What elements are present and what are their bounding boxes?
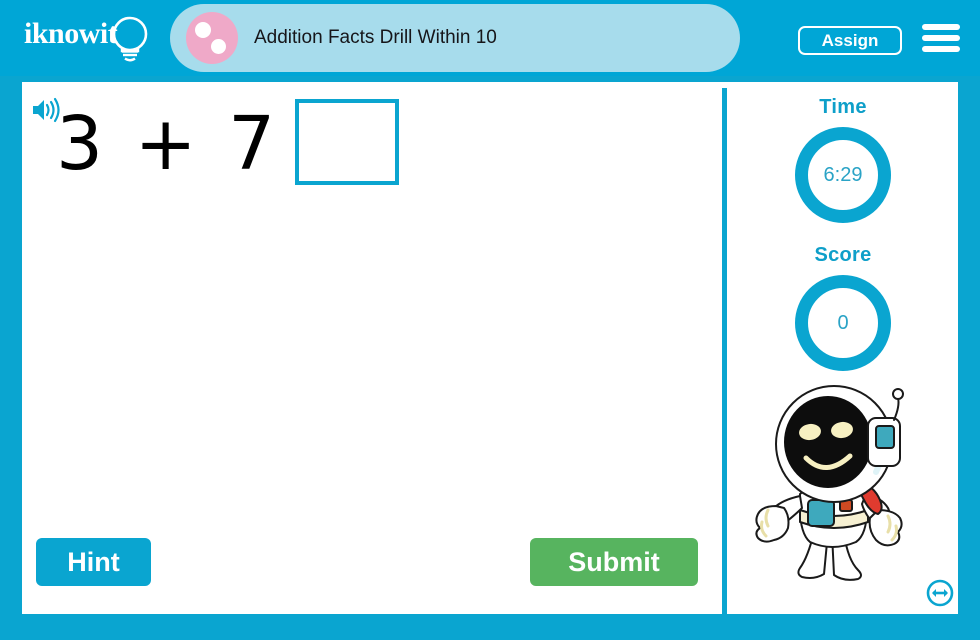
hamburger-menu-icon[interactable]	[922, 24, 960, 54]
score-label: Score	[814, 244, 872, 266]
assign-button-label: Assign	[821, 30, 879, 50]
dot-large	[195, 22, 211, 38]
submit-button[interactable]: Submit	[530, 538, 698, 586]
assign-button[interactable]: Assign	[798, 26, 902, 55]
submit-button-label: Submit	[568, 546, 660, 577]
time-value: 6:29	[823, 163, 863, 186]
lesson-title: Addition Facts Drill Within 10	[254, 27, 497, 48]
score-ring: 0	[795, 275, 891, 371]
hamburger-bar-2	[922, 35, 960, 41]
hamburger-bar-1	[922, 24, 960, 30]
answer-input[interactable]	[295, 99, 399, 185]
lesson-canvas: 3 + 7 = Hint Submit Time 6:29 Score 0	[22, 82, 958, 614]
app-header: iknowit Addition Facts Drill Within 10 A…	[0, 0, 980, 76]
lesson-title-bar: Addition Facts Drill Within 10	[170, 4, 740, 72]
vertical-divider	[722, 88, 727, 614]
iknowit-logo[interactable]: iknowit	[22, 14, 162, 66]
dot-small	[211, 39, 226, 54]
score-value: 0	[837, 311, 849, 334]
hint-button[interactable]: Hint	[36, 538, 151, 586]
stats-sidebar: Time 6:29 Score 0	[728, 82, 958, 614]
pink-circle-dots-icon	[186, 12, 238, 64]
astronaut-mascot	[755, 385, 904, 581]
hamburger-bar-3	[922, 46, 960, 52]
score-stat: Score 0	[728, 244, 958, 371]
hint-button-label: Hint	[67, 546, 120, 577]
time-ring: 6:29	[795, 127, 891, 223]
time-label: Time	[819, 96, 867, 118]
logo-text: iknowit	[24, 17, 118, 50]
time-stat: Time 6:29	[728, 96, 958, 223]
app-frame: iknowit Addition Facts Drill Within 10 A…	[0, 0, 980, 640]
resize-horizontal-icon[interactable]	[926, 579, 954, 607]
